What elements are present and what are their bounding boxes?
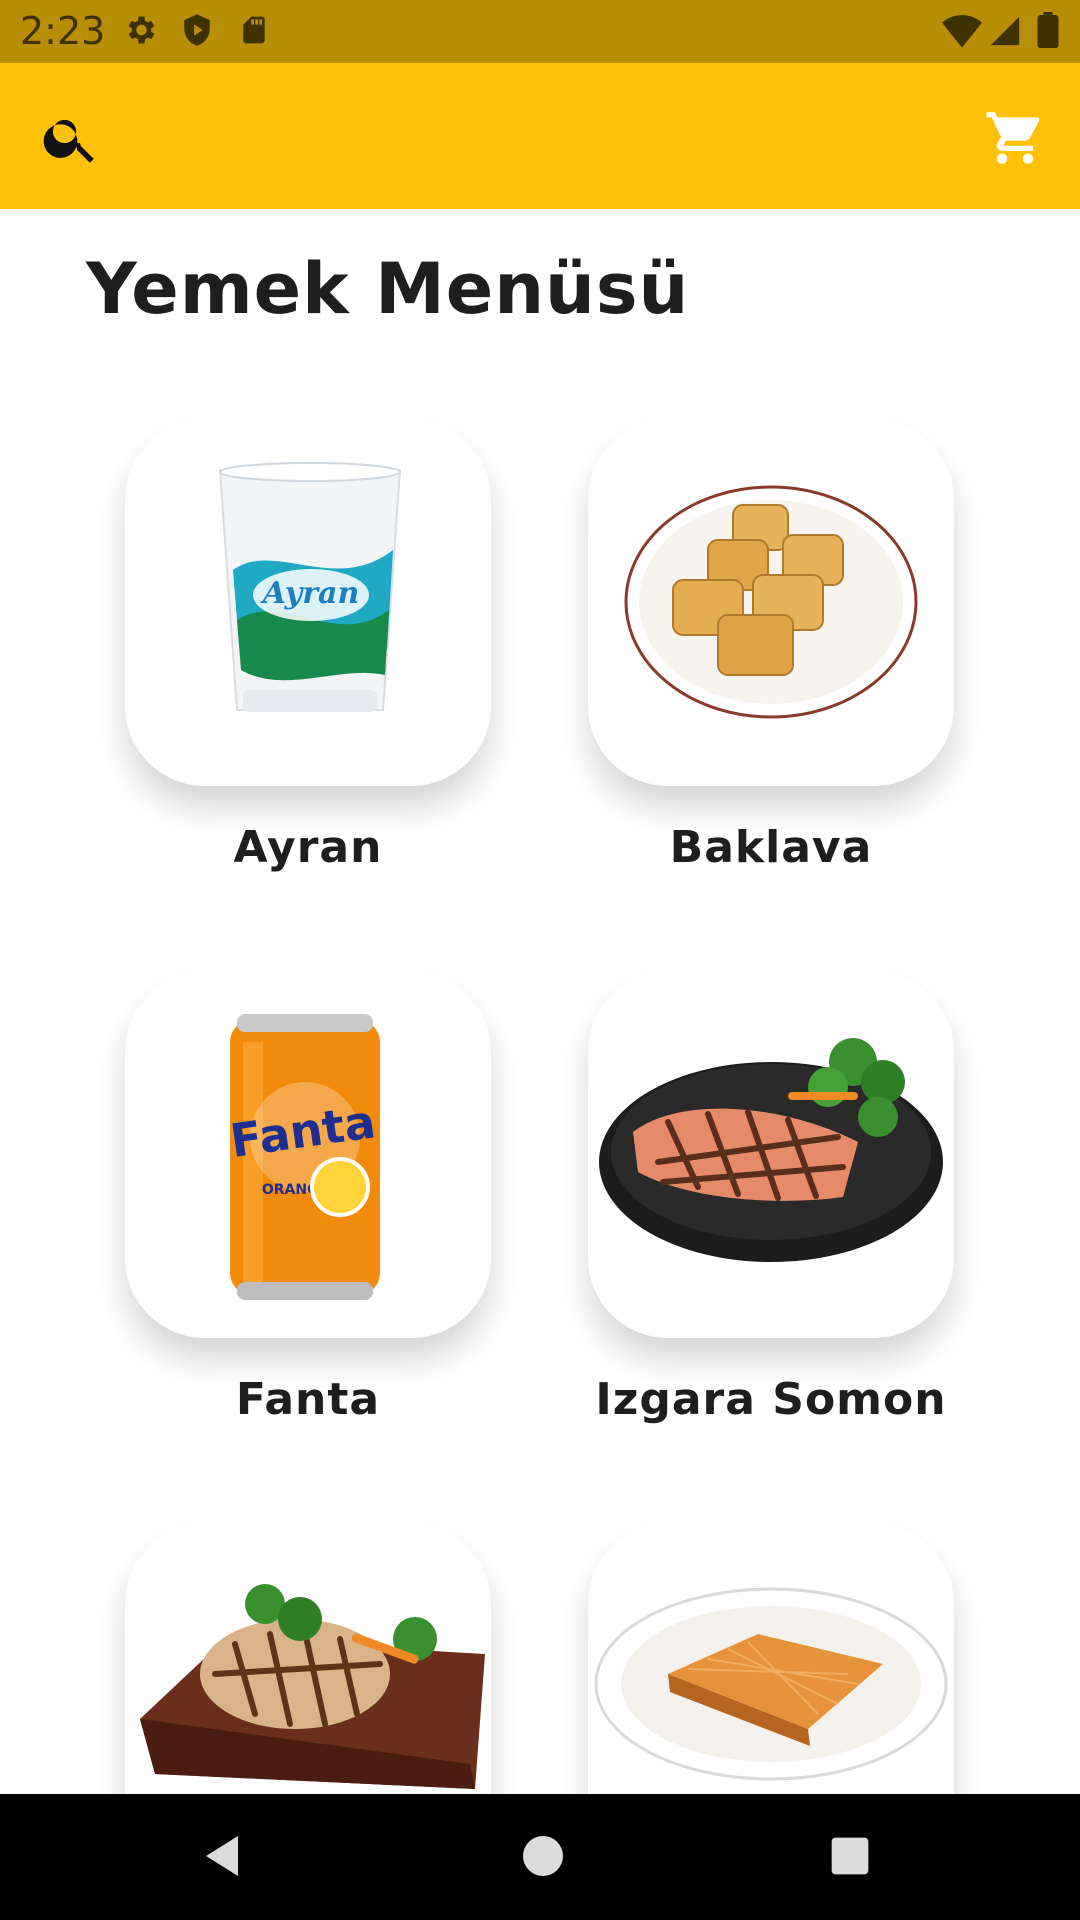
fanta-can-image: Fanta ORANGE: [227, 1014, 380, 1300]
navigation-bar: [0, 1794, 1080, 1920]
menu-item-name: Fanta: [235, 1374, 381, 1425]
menu-card-fanta[interactable]: Fanta ORANGE: [125, 972, 491, 1338]
status-time: 2:23: [20, 9, 106, 53]
app-bar: [0, 63, 1080, 209]
shield-icon: [184, 14, 210, 46]
signal-icon: [990, 16, 1020, 46]
menu-item-name: Ayran: [233, 822, 383, 873]
home-button[interactable]: [519, 1832, 567, 1880]
status-bar: 2:23: [0, 0, 1080, 63]
home-icon: [523, 1836, 563, 1876]
baklava-plate-image: [624, 485, 918, 719]
back-button[interactable]: [198, 1832, 246, 1880]
svg-text:Ayran: Ayran: [260, 576, 360, 611]
sd-card-icon: [243, 16, 265, 44]
menu-item-name: Baklava: [669, 822, 873, 873]
shopping-cart-icon: [986, 112, 1040, 164]
menu-card-baklava[interactable]: [588, 420, 954, 786]
wifi-icon: [942, 15, 982, 48]
cart-button[interactable]: [984, 107, 1046, 169]
search-button[interactable]: [40, 107, 102, 169]
grilled-salmon-image: [599, 1038, 943, 1262]
menu-card-ayran[interactable]: Ayran: [125, 420, 491, 786]
back-icon: [206, 1836, 238, 1876]
recents-button[interactable]: [828, 1834, 872, 1878]
ayran-cup-image: Ayran: [218, 462, 402, 712]
search-icon: [43, 119, 94, 163]
menu-card-izgara-somon[interactable]: [588, 972, 954, 1338]
page-title: Yemek Menüsü: [86, 248, 690, 330]
battery-icon: [1037, 12, 1059, 48]
recents-icon: [831, 1837, 869, 1875]
menu-item-name: Izgara Somon: [595, 1374, 947, 1425]
settings-icon: [128, 16, 155, 44]
